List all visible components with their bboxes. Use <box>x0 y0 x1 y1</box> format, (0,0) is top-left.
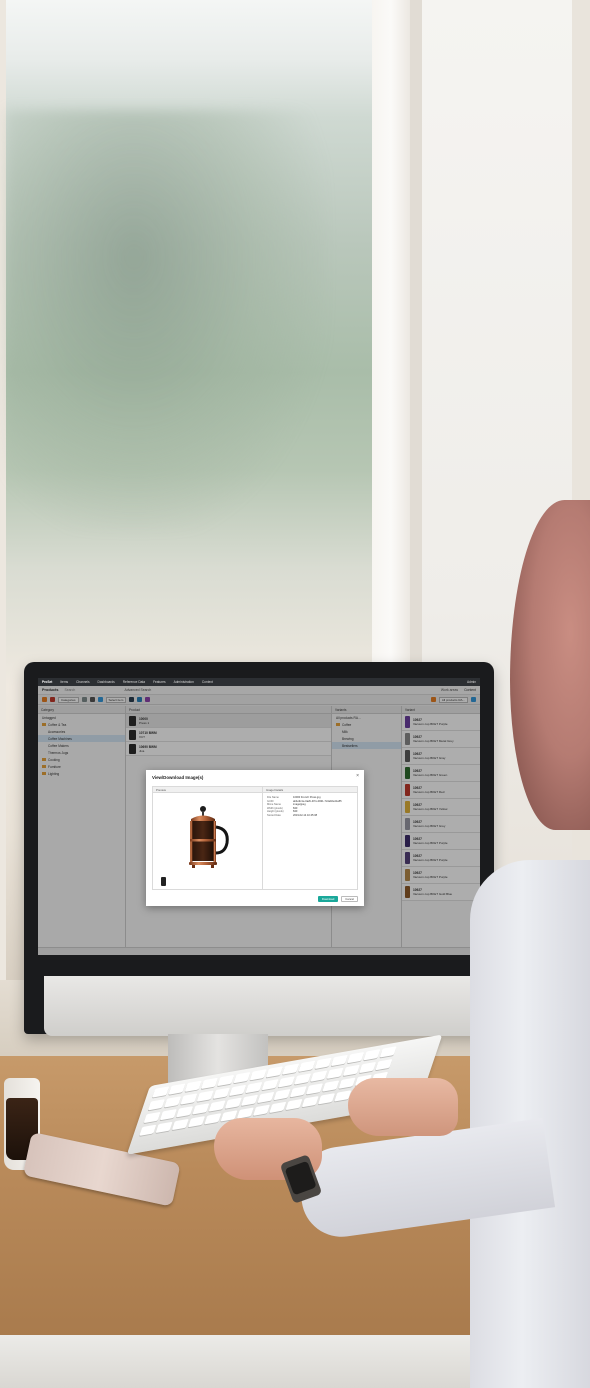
blurred-hillside <box>6 110 326 530</box>
nav-tab-context[interactable]: Context <box>202 680 213 684</box>
detail-row: Stored Date 2019-02-14 10:45:08 <box>267 814 353 818</box>
details-column: Image Details File Name 10000 French Pres… <box>263 787 357 889</box>
detail-value: 2019-02-14 10:45:08 <box>293 813 318 817</box>
nav-tab-proset[interactable]: ProSet <box>42 680 52 684</box>
watch-face <box>284 1160 317 1196</box>
monitor-screen: ProSet Items Channels Dashboards Referen… <box>38 678 480 955</box>
dialog-body: Preview Image Details File Name 10000 Fr… <box>152 786 358 890</box>
details-list: File Name 10000 French Press.jpg GUID ab4e… <box>263 793 357 821</box>
dialog-buttons: Download Cancel <box>317 896 358 902</box>
nav-tab-dashboards[interactable]: Dashboards <box>98 680 115 684</box>
image-dialog: View/Download Image(s) × Preview Image D… <box>146 770 364 906</box>
top-nav-bar: ProSet Items Channels Dashboards Referen… <box>38 678 480 686</box>
right-hand <box>348 1078 458 1136</box>
preview-area <box>153 793 262 891</box>
download-button[interactable]: Download <box>317 896 339 902</box>
nav-tab-features[interactable]: Features <box>153 680 166 684</box>
cancel-button[interactable]: Cancel <box>341 896 358 902</box>
dialog-title: View/Download Image(s) <box>152 775 204 780</box>
user-menu[interactable]: Admin <box>467 680 476 684</box>
nav-tab-items[interactable]: Items <box>60 680 68 684</box>
nav-tab-administration[interactable]: Administration <box>174 680 194 684</box>
preview-column: Preview <box>153 787 263 889</box>
nav-tab-channels[interactable]: Channels <box>76 680 89 684</box>
nav-tab-reference-data[interactable]: Reference Data <box>123 680 145 684</box>
close-icon[interactable]: × <box>356 773 359 779</box>
monitor-chin <box>44 976 492 1036</box>
french-press-image <box>161 806 229 886</box>
detail-key: Stored Date <box>267 813 281 817</box>
photo-scene: ProSet Items Channels Dashboards Referen… <box>0 0 590 1388</box>
